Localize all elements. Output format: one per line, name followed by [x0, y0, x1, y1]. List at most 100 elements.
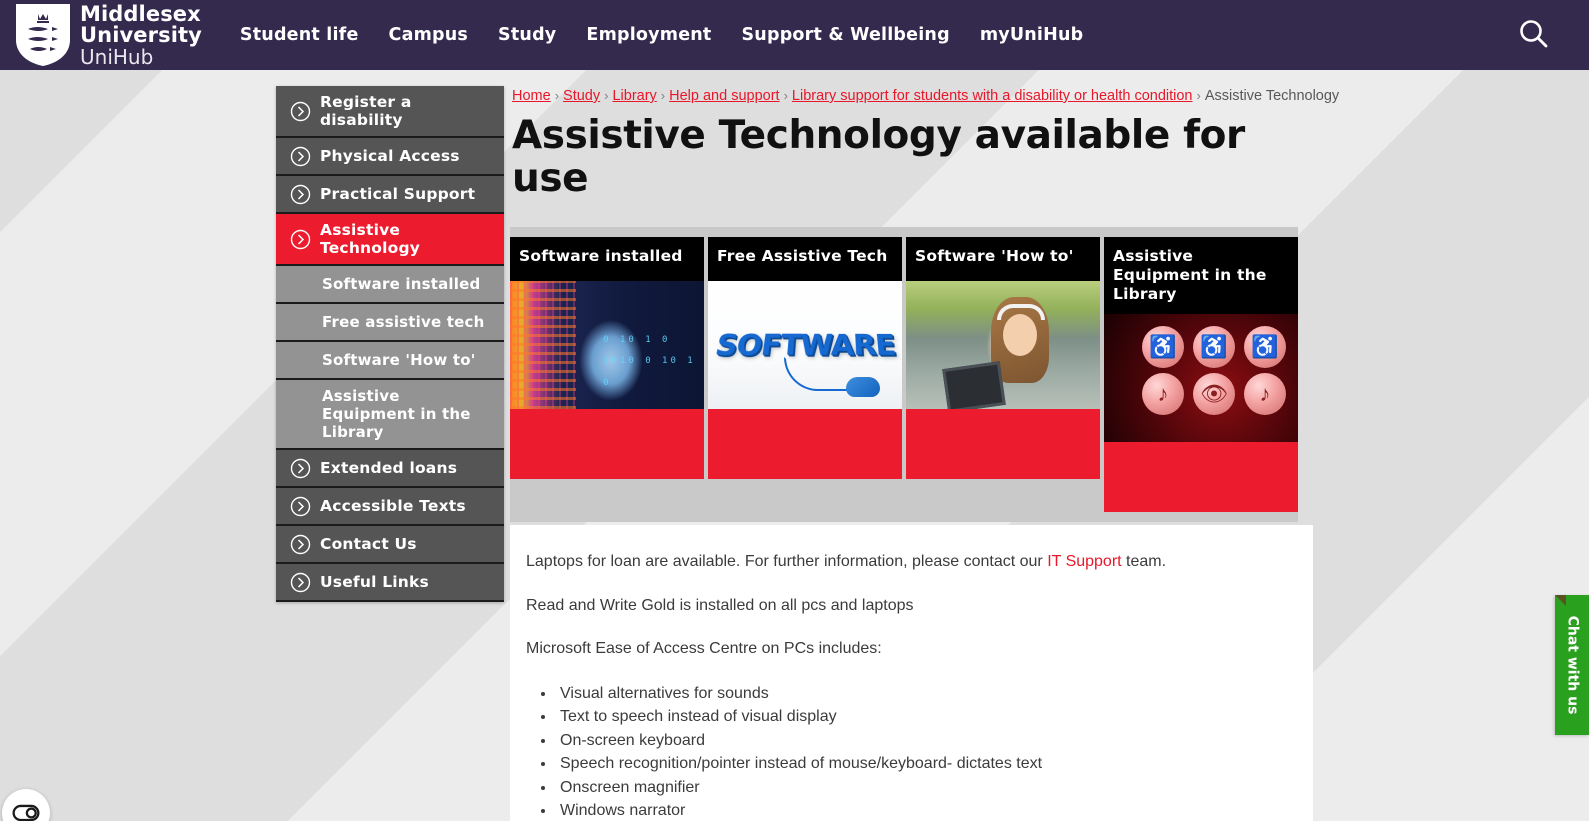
corner-fold-icon: [1555, 595, 1566, 606]
feature-card-free-assistive-tech[interactable]: Free Assistive Tech SOFTWARE: [708, 237, 902, 480]
primary-navigation: Student life Campus Study Employment Sup…: [240, 0, 1083, 70]
hearing-icon: ♪: [1142, 372, 1184, 415]
list-item: On-screen keyboard: [556, 729, 1283, 753]
feature-card-footer: [708, 409, 902, 480]
list-item: Speech recognition/pointer instead of mo…: [556, 752, 1283, 776]
feature-card-title: Software installed: [510, 237, 704, 293]
logo-line-1: Middlesex: [80, 1, 201, 26]
student-headphones-tablet-image: [906, 281, 1100, 410]
mouse-cord-shape: [784, 357, 854, 392]
wheelchair-assist-icon: ♿: [1193, 325, 1235, 368]
feature-card-assistive-equipment[interactable]: Assistive Equipment in the Library ♿ ♿ ♿…: [1104, 237, 1298, 512]
mouse-shape: [846, 377, 880, 398]
breadcrumb-separator: ›: [783, 88, 788, 103]
feature-card-footer: [510, 409, 704, 480]
feature-card-image: ♿ ♿ ♿ ♪ 👁 ♪: [1104, 313, 1298, 442]
hearing-aid-icon: ♪: [1244, 372, 1286, 415]
feature-card-footer: [1104, 441, 1298, 512]
section-sidebar-nav: Register a disability Physical Access Pr…: [276, 86, 504, 602]
sidebar-item-software-how-to[interactable]: Software 'How to': [276, 342, 504, 380]
breadcrumb-link-library-support[interactable]: Library support for students with a disa…: [792, 88, 1193, 104]
sidebar-item-label: Contact Us: [320, 535, 417, 553]
wheelchair-icon: ♿: [1142, 325, 1184, 368]
ease-of-access-list: Visual alternatives for sounds Text to s…: [556, 682, 1283, 821]
breadcrumb-link-home[interactable]: Home: [512, 88, 551, 104]
nav-item-employment[interactable]: Employment: [586, 25, 711, 45]
nav-item-student-life[interactable]: Student life: [240, 25, 359, 45]
list-item: Onscreen magnifier: [556, 776, 1283, 800]
site-header: Middlesex University UniHub Student life…: [0, 0, 1589, 70]
feature-card-software-how-to[interactable]: Software 'How to': [906, 237, 1100, 480]
list-item: Text to speech instead of visual display: [556, 705, 1283, 729]
sidebar-item-label: Physical Access: [320, 147, 460, 165]
circle-chevron-right-icon: [290, 101, 311, 121]
breadcrumb-separator: ›: [1196, 88, 1201, 103]
sidebar-item-practical-support[interactable]: Practical Support: [276, 176, 504, 214]
breadcrumb-link-library[interactable]: Library: [612, 88, 656, 104]
sidebar-item-physical-access[interactable]: Physical Access: [276, 138, 504, 176]
chat-with-us-tab[interactable]: Chat with us: [1555, 595, 1589, 735]
sidebar-item-contact-us[interactable]: Contact Us: [276, 526, 504, 564]
sidebar-item-useful-links[interactable]: Useful Links: [276, 564, 504, 602]
sidebar-item-assistive-equipment-in-the-library[interactable]: Assistive Equipment in the Library: [276, 380, 504, 450]
feature-card-image: [510, 281, 704, 410]
breadcrumb: Home › Study › Library › Help and support › Libr…: [510, 70, 1339, 111]
circle-chevron-right-icon: [290, 572, 311, 592]
sidebar-item-label: Software 'How to': [322, 351, 476, 369]
nav-item-myunihub[interactable]: myUniHub: [980, 25, 1084, 45]
sidebar-item-register-a-disability[interactable]: Register a disability: [276, 86, 504, 138]
nav-item-study[interactable]: Study: [498, 25, 556, 45]
nav-item-support-wellbeing[interactable]: Support & Wellbeing: [742, 25, 950, 45]
paragraph-read-write-gold: Read and Write Gold is installed on all …: [526, 596, 914, 614]
logo-line-3: UniHub: [80, 44, 154, 69]
breadcrumb-link-help-and-support[interactable]: Help and support: [669, 88, 779, 104]
sidebar-item-label: Practical Support: [320, 185, 476, 203]
paragraph-laptops-text-before: Laptops for loan are available. For furt…: [526, 553, 1048, 570]
it-support-link[interactable]: IT Support: [1047, 553, 1121, 570]
circle-chevron-right-icon: [290, 458, 311, 478]
main-content-panel: Laptops for loan are available. For furt…: [510, 525, 1313, 821]
circle-chevron-right-icon: [290, 146, 311, 166]
software-mouse-image: SOFTWARE: [708, 281, 902, 410]
feature-card-title: Software 'How to': [906, 237, 1100, 293]
wheelchair-ramp-icon: ♿: [1244, 325, 1286, 368]
circle-chevron-right-icon: [290, 229, 311, 249]
feature-card-title: Free Assistive Tech: [708, 237, 902, 293]
sidebar-item-label: Assistive Technology: [320, 221, 421, 257]
list-item: Windows narrator: [556, 799, 1283, 821]
feature-card-software-installed[interactable]: Software installed: [510, 237, 704, 480]
nav-item-campus[interactable]: Campus: [389, 25, 469, 45]
accessibility-icons-image: ♿ ♿ ♿ ♪ 👁 ♪: [1104, 313, 1298, 442]
logo-line-2: University: [80, 22, 202, 47]
feature-card-title-text: Free Assistive Tech: [717, 247, 888, 266]
sidebar-item-extended-loans[interactable]: Extended loans: [276, 450, 504, 488]
shield-crest-icon: [16, 4, 70, 66]
breadcrumb-separator: ›: [554, 88, 560, 103]
feature-card-image: SOFTWARE: [708, 281, 902, 410]
sidebar-item-software-installed[interactable]: Software installed: [276, 266, 504, 304]
breadcrumb-link-study[interactable]: Study: [563, 88, 600, 104]
sidebar-item-label: Extended loans: [320, 459, 458, 477]
accessibility-toggle-icon: [12, 804, 40, 821]
feature-card-footer: [906, 409, 1100, 480]
headphone-band-shape: [997, 304, 1046, 321]
circle-chevron-right-icon: [290, 184, 311, 204]
paragraph-ease-of-access: Microsoft Ease of Access Centre on PCs i…: [526, 640, 882, 658]
sidebar-item-label: Useful Links: [320, 573, 429, 591]
sidebar-item-accessible-texts[interactable]: Accessible Texts: [276, 488, 504, 526]
search-button[interactable]: [1515, 16, 1553, 54]
feature-card-title-text: Software installed: [519, 247, 683, 266]
sidebar-item-label: Accessible Texts: [320, 497, 466, 515]
feature-card-title-text: Software 'How to': [915, 247, 1074, 266]
site-logo[interactable]: Middlesex University UniHub: [0, 0, 202, 70]
accessibility-icon-grid: ♿ ♿ ♿ ♪ 👁 ♪: [1104, 314, 1298, 442]
list-item: Visual alternatives for sounds: [556, 682, 1283, 706]
feature-card-title: Assistive Equipment in the Library: [1104, 237, 1298, 325]
sidebar-item-label: Free assistive tech: [322, 313, 485, 331]
search-icon: [1520, 20, 1548, 48]
sidebar-item-free-assistive-tech[interactable]: Free assistive tech: [276, 304, 504, 342]
low-vision-icon: 👁: [1193, 372, 1235, 415]
sidebar-item-assistive-technology[interactable]: Assistive Technology: [276, 214, 504, 266]
feature-card-strip: Software installed Free Assistive Tech S…: [510, 227, 1298, 522]
sidebar-item-label: Assistive Equipment in the Library: [322, 387, 471, 441]
